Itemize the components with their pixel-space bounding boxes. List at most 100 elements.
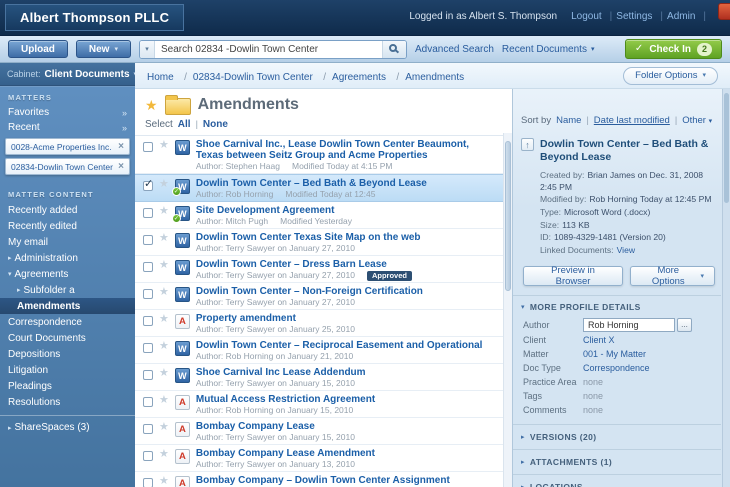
up-arrow-icon[interactable]: ↑ — [521, 138, 534, 151]
document-row[interactable]: ✓ ★ ✓ Dowlin Town Center – Dress Barn Le… — [135, 256, 512, 283]
sidebar-tree-item[interactable]: Resolutions — [0, 394, 135, 410]
breadcrumb-link[interactable]: 02834-Dowlin Town Center — [178, 72, 313, 83]
row-star-icon[interactable]: ★ — [159, 260, 169, 271]
detail-value[interactable]: View — [617, 245, 635, 255]
search-scope-dropdown[interactable]: ▾ — [140, 41, 155, 58]
profile-field-value[interactable]: 001 - My Matter — [583, 349, 646, 359]
row-checkbox[interactable]: ✓ — [143, 235, 153, 245]
advanced-search-link[interactable]: Advanced Search — [415, 44, 494, 55]
sidebar-tree-item[interactable]: My email — [0, 234, 135, 250]
row-checkbox[interactable]: ✓ — [143, 370, 153, 380]
row-star-icon[interactable]: ★ — [159, 179, 169, 190]
matter-chip[interactable]: 0028-Acme Properties Inc. × — [5, 138, 130, 155]
row-checkbox[interactable]: ✓ — [143, 397, 153, 407]
breadcrumb-link[interactable]: Agreements — [317, 72, 386, 83]
search-button[interactable] — [382, 41, 406, 58]
document-title-link[interactable]: Bombay Company – Dowlin Town Center Assi… — [196, 475, 496, 486]
document-row[interactable]: ✓ ★ ✓ Dowlin Town Center Texas Site Map … — [135, 229, 512, 256]
close-icon[interactable]: × — [114, 161, 124, 172]
sidebar-tree-item[interactable]: Pleadings — [0, 378, 135, 394]
row-star-icon[interactable]: ★ — [159, 314, 169, 325]
document-title-link[interactable]: Shoe Carnival Inc., Lease Dowlin Town Ce… — [196, 139, 496, 161]
row-checkbox[interactable]: ✓ — [143, 478, 153, 487]
document-row[interactable]: ✓ ★ ✓ Bombay Company Lease Author: Terry… — [135, 418, 512, 445]
document-row[interactable]: ✓ ★ ✓ Bombay Company Lease Amendment Aut… — [135, 445, 512, 472]
more-options-button[interactable]: More Options ▾ — [630, 266, 715, 286]
document-row[interactable]: ✓ ★ ✓ Mutual Access Restriction Agreemen… — [135, 391, 512, 418]
document-title-link[interactable]: Bombay Company Lease Amendment — [196, 448, 496, 459]
admin-link[interactable]: Admin — [667, 11, 706, 22]
document-row[interactable]: ✓ ★ ✓ Dowlin Town Center – Bed Bath & Be… — [135, 174, 512, 202]
document-title-link[interactable]: Site Development Agreement — [196, 205, 496, 216]
document-title-link[interactable]: Mutual Access Restriction Agreement — [196, 394, 496, 405]
folder-options-button[interactable]: Folder Options ▾ — [623, 67, 718, 85]
document-row[interactable]: ✓ ★ ✓ Shoe Carnival Inc., Lease Dowlin T… — [135, 136, 512, 174]
document-row[interactable]: ✓ ★ ✓ Site Development Agreement Author:… — [135, 202, 512, 229]
row-checkbox[interactable]: ✓ — [143, 208, 153, 218]
breadcrumb-link[interactable]: Home — [147, 72, 174, 83]
sort-other-link[interactable]: Other ▾ — [682, 115, 712, 126]
profile-field-value[interactable]: Client X — [583, 335, 615, 345]
row-checkbox[interactable]: ✓ — [143, 262, 153, 272]
row-star-icon[interactable]: ★ — [159, 422, 169, 433]
row-checkbox[interactable]: ✓ — [143, 289, 153, 299]
document-title-link[interactable]: Shoe Carnival Inc Lease Addendum — [196, 367, 496, 378]
scrollbar-thumb[interactable] — [505, 141, 511, 291]
sidebar-tree-item[interactable]: ▸ ShareSpaces (3) — [0, 415, 135, 436]
row-star-icon[interactable]: ★ — [159, 140, 169, 151]
search-input[interactable] — [155, 41, 382, 58]
scrollbar-thumb[interactable] — [724, 93, 729, 203]
more-profile-details-header[interactable]: ▾ MORE PROFILE DETAILS — [513, 295, 721, 317]
locations-section-header[interactable]: ▸ LOCATIONS — [513, 474, 721, 487]
sidebar-tree-item[interactable]: Court Documents — [0, 330, 135, 346]
row-checkbox[interactable]: ✓ — [143, 181, 153, 191]
author-lookup-button[interactable]: ... — [677, 318, 692, 332]
row-star-icon[interactable]: ★ — [159, 449, 169, 460]
row-checkbox[interactable]: ✓ — [143, 451, 153, 461]
alert-icon[interactable] — [718, 3, 730, 20]
profile-field-value[interactable]: Correspondence — [583, 363, 650, 373]
document-row[interactable]: ✓ ★ ✓ Dowlin Town Center – Non-Foreign C… — [135, 283, 512, 310]
sidebar-tree-item[interactable]: ▸ Administration — [0, 250, 135, 266]
recent-documents-link[interactable]: Recent Documents ▾ — [502, 44, 595, 55]
new-button[interactable]: New ▾ — [76, 40, 131, 58]
settings-link[interactable]: Settings — [616, 11, 663, 22]
sidebar-tree-item[interactable]: Litigation — [0, 362, 135, 378]
sort-name-link[interactable]: Name — [556, 115, 581, 126]
preview-in-browser-button[interactable]: Preview in Browser — [523, 266, 623, 286]
sidebar-tree-item[interactable]: ▾ Agreements — [0, 266, 135, 282]
close-icon[interactable]: × — [114, 141, 124, 152]
sidebar-tree-item[interactable]: Recently edited — [0, 218, 135, 234]
check-in-button[interactable]: ✓ Check In 2 — [625, 39, 722, 59]
upload-button[interactable]: Upload — [8, 40, 68, 58]
row-star-icon[interactable]: ★ — [159, 368, 169, 379]
sidebar-tree-item[interactable]: Amendments — [0, 298, 135, 314]
attachments-section-header[interactable]: ▸ ATTACHMENTS (1) — [513, 449, 721, 474]
select-all-link[interactable]: All — [178, 119, 191, 130]
row-checkbox[interactable]: ✓ — [143, 424, 153, 434]
document-title-link[interactable]: Property amendment — [196, 313, 496, 324]
document-title-link[interactable]: Dowlin Town Center – Non-Foreign Certifi… — [196, 286, 496, 297]
cabinet-selector[interactable]: Cabinet: Client Documents ▾ — [0, 63, 135, 86]
sidebar-item-favorites[interactable]: Favorites » — [0, 105, 135, 120]
document-title-link[interactable]: Bombay Company Lease — [196, 421, 496, 432]
logout-link[interactable]: Logout — [571, 11, 612, 22]
document-row[interactable]: ✓ ★ ✓ Dowlin Town Center – Reciprocal Ea… — [135, 337, 512, 364]
document-title-link[interactable]: Dowlin Town Center – Reciprocal Easement… — [196, 340, 496, 351]
breadcrumb-link[interactable]: Amendments — [390, 72, 464, 83]
document-row[interactable]: ✓ ★ ✓ Property amendment Author: Terry S… — [135, 310, 512, 337]
row-checkbox[interactable]: ✓ — [143, 343, 153, 353]
row-star-icon[interactable]: ★ — [159, 341, 169, 352]
document-title-link[interactable]: Dowlin Town Center – Bed Bath & Beyond L… — [196, 178, 496, 189]
sidebar-tree-item[interactable]: Depositions — [0, 346, 135, 362]
row-checkbox[interactable]: ✓ — [143, 142, 153, 152]
panel-scrollbar[interactable] — [722, 89, 730, 487]
sidebar-tree-item[interactable]: Correspondence — [0, 314, 135, 330]
row-star-icon[interactable]: ★ — [159, 206, 169, 217]
document-row[interactable]: ✓ ★ ✓ Shoe Carnival Inc Lease Addendum A… — [135, 364, 512, 391]
sidebar-tree-item[interactable]: Recently added — [0, 202, 135, 218]
document-title-link[interactable]: Dowlin Town Center – Dress Barn Lease — [196, 259, 496, 270]
select-none-link[interactable]: None — [203, 119, 228, 130]
sidebar-tree-item[interactable]: ▸ Subfolder a — [0, 282, 135, 298]
list-scrollbar[interactable] — [503, 133, 512, 487]
